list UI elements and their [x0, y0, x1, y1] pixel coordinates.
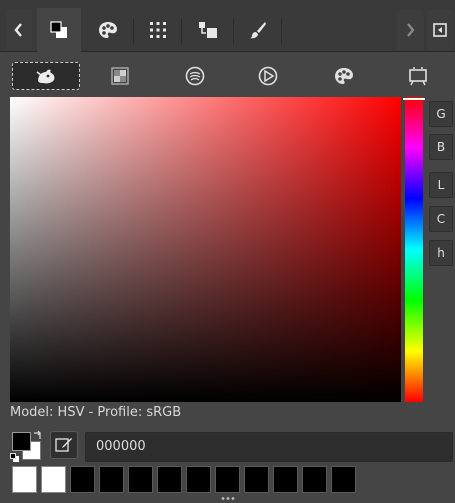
selector-scales[interactable] — [398, 62, 438, 90]
color-history-swatch[interactable] — [331, 466, 356, 493]
cmyk-icon — [111, 67, 129, 85]
wilber-icon — [36, 69, 55, 84]
fg-bg-colors-icon — [50, 21, 67, 38]
color-model-label: Model: HSV - Profile: sRGB — [10, 405, 182, 420]
resize-grip-icon[interactable] — [221, 496, 235, 501]
color-history-swatch[interactable] — [244, 466, 269, 493]
swap-colors-icon[interactable] — [32, 430, 43, 441]
tab-brushes[interactable] — [234, 8, 282, 52]
color-history-swatch[interactable] — [99, 466, 124, 493]
brush-icon — [250, 22, 266, 39]
channel-button-c[interactable]: C — [429, 206, 453, 232]
eyedropper-icon — [55, 438, 72, 452]
color-history-swatch[interactable] — [128, 466, 153, 493]
scales-icon — [409, 67, 427, 86]
selector-watercolor[interactable] — [175, 62, 215, 90]
color-history-swatch[interactable] — [70, 466, 95, 493]
pointer-icon — [199, 22, 217, 38]
hex-color-input[interactable]: 000000 — [85, 432, 453, 462]
channel-button-g[interactable]: G — [429, 101, 453, 127]
color-history-swatch[interactable] — [186, 466, 211, 493]
color-history-swatch[interactable] — [302, 466, 327, 493]
wheel-icon — [258, 66, 278, 86]
selector-wheel[interactable] — [248, 62, 288, 90]
color-history-swatch[interactable] — [215, 466, 240, 493]
selector-gimp[interactable] — [12, 62, 80, 90]
tab-fg-bg-colors[interactable] — [37, 8, 81, 52]
tab-selection[interactable] — [134, 8, 182, 52]
panel-menu-icon — [433, 23, 447, 37]
color-history-swatch[interactable] — [157, 466, 182, 493]
selector-cmyk[interactable] — [100, 62, 140, 90]
hue-marker[interactable] — [403, 98, 425, 100]
dock-menu-button[interactable] — [427, 10, 453, 50]
chevron-left-icon — [14, 23, 22, 37]
channel-button-l[interactable]: L — [429, 172, 453, 198]
foreground-color-swatch[interactable] — [12, 432, 31, 451]
reset-colors-icon[interactable] — [10, 453, 20, 463]
selection-grid-icon — [150, 22, 166, 38]
color-history-swatch[interactable] — [12, 466, 37, 493]
scroll-tabs-left-button[interactable] — [6, 10, 32, 50]
dock-tab-bar — [0, 0, 455, 52]
tab-palettes[interactable] — [82, 8, 134, 52]
color-picker-button[interactable] — [50, 431, 78, 459]
color-history-swatch[interactable] — [41, 466, 66, 493]
watercolor-icon — [185, 66, 205, 86]
channel-button-h[interactable]: h — [429, 240, 453, 266]
selector-palette[interactable] — [324, 62, 364, 90]
channel-label: C — [436, 212, 446, 226]
palette-icon — [335, 68, 353, 84]
channel-label: B — [436, 140, 446, 154]
channel-button-b[interactable]: B — [429, 134, 453, 160]
saturation-value-area[interactable] — [10, 97, 401, 402]
channel-label: L — [437, 178, 445, 192]
color-history-swatch[interactable] — [273, 466, 298, 493]
palette-icon — [99, 22, 117, 38]
hue-slider[interactable] — [405, 97, 423, 402]
channel-label: h — [437, 246, 445, 260]
chevron-right-icon — [407, 23, 415, 37]
tab-pointer[interactable] — [182, 8, 234, 52]
scroll-tabs-right-button[interactable] — [397, 10, 423, 50]
channel-label: G — [436, 107, 446, 121]
